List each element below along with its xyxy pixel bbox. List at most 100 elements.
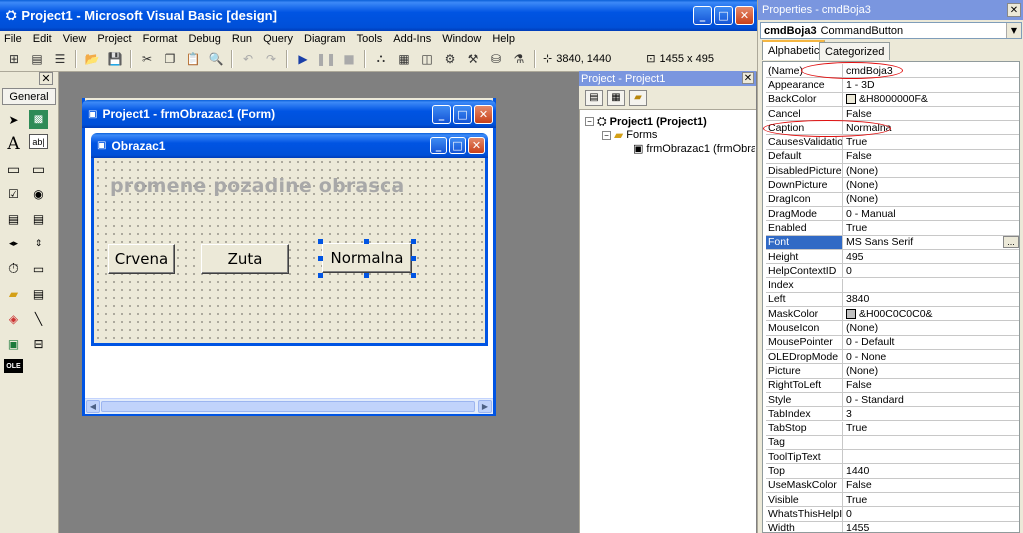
object-selector-dropdown[interactable]: cmdBoja3 CommandButton ▼: [760, 22, 1022, 39]
property-value[interactable]: (None): [843, 364, 1019, 377]
property-value[interactable]: 0 - Standard: [843, 393, 1019, 406]
property-row[interactable]: Height 495: [766, 249, 1019, 265]
property-value[interactable]: 0 - Default: [843, 336, 1019, 349]
resize-handle[interactable]: [364, 273, 369, 278]
property-row[interactable]: Caption Normalna: [766, 121, 1019, 136]
property-row[interactable]: Enabled True: [766, 221, 1019, 236]
toggle-folders-icon[interactable]: ▰: [629, 89, 647, 106]
property-value[interactable]: [843, 436, 1019, 449]
property-value[interactable]: False: [843, 107, 1019, 120]
maximize-button[interactable]: □: [714, 6, 733, 25]
property-value[interactable]: 1 - 3D: [843, 78, 1019, 91]
property-row[interactable]: Cancel False: [766, 106, 1019, 122]
caption-label[interactable]: promene pozadine obrasca: [110, 175, 404, 197]
menu-view[interactable]: View: [63, 33, 87, 45]
property-row[interactable]: DownPicture (None): [766, 178, 1019, 193]
tab-alphabetic[interactable]: Alphabetic: [762, 40, 826, 60]
property-row[interactable]: DisabledPicture (None): [766, 164, 1019, 179]
view-code-icon[interactable]: ▤: [585, 89, 603, 106]
scroll-left-icon[interactable]: ◀: [86, 400, 100, 413]
chevron-down-icon[interactable]: ▼: [1006, 23, 1021, 38]
form-layout-icon[interactable]: ◫: [419, 51, 435, 67]
obrazac-minimize-button[interactable]: _: [430, 137, 447, 154]
property-value[interactable]: Normalna: [843, 121, 1019, 134]
property-row[interactable]: WhatsThisHelpID 0: [766, 507, 1019, 522]
property-row[interactable]: Appearance 1 - 3D: [766, 78, 1019, 93]
resize-handle[interactable]: [411, 239, 416, 244]
property-row[interactable]: ToolTipText: [766, 450, 1019, 465]
crvena-button[interactable]: Crvena: [108, 244, 175, 274]
menu-window[interactable]: Window: [442, 33, 481, 45]
menu-tools[interactable]: Tools: [357, 33, 383, 45]
property-row[interactable]: DragMode 0 - Manual: [766, 207, 1019, 222]
property-value[interactable]: True: [843, 493, 1019, 506]
object-browser-icon[interactable]: ⚙: [442, 51, 458, 67]
property-row[interactable]: UseMaskColor False: [766, 478, 1019, 493]
redo-icon[interactable]: ↷: [263, 51, 279, 67]
property-value[interactable]: False: [843, 150, 1019, 163]
break-icon[interactable]: ❚❚: [316, 51, 336, 67]
ole-tool-icon[interactable]: OLE: [4, 359, 23, 373]
tree-form-item[interactable]: ▣ frmObrazac1 (frmObrazac1): [633, 142, 755, 155]
resize-handle[interactable]: [411, 273, 416, 278]
zuta-button[interactable]: Zuta: [201, 244, 289, 274]
add-project-icon[interactable]: ⊞: [6, 51, 22, 67]
data-tool-icon[interactable]: ⊟: [29, 334, 48, 353]
property-value[interactable]: False: [843, 379, 1019, 392]
property-value[interactable]: (None): [843, 178, 1019, 191]
end-icon[interactable]: ■: [341, 51, 357, 67]
listbox-tool-icon[interactable]: ▤: [29, 209, 48, 228]
property-value[interactable]: (None): [843, 164, 1019, 177]
property-value[interactable]: &H00C0C0C0&: [843, 307, 1019, 320]
find-icon[interactable]: 🔍: [208, 51, 224, 67]
property-row[interactable]: CausesValidation True: [766, 135, 1019, 150]
property-row[interactable]: MousePointer 0 - Default: [766, 335, 1019, 350]
property-row[interactable]: Width 1455: [766, 521, 1019, 532]
property-row[interactable]: RightToLeft False: [766, 378, 1019, 393]
form-maximize-button[interactable]: □: [453, 104, 472, 124]
property-value[interactable]: 0 - Manual: [843, 207, 1019, 220]
toolbox-close-button[interactable]: ✕: [39, 72, 53, 85]
property-row[interactable]: HelpContextID 0: [766, 264, 1019, 279]
form-horizontal-scrollbar[interactable]: ◀ ▶: [85, 398, 493, 414]
property-value[interactable]: 0: [843, 507, 1019, 520]
property-value[interactable]: (None): [843, 321, 1019, 334]
property-row[interactable]: Default False: [766, 149, 1019, 165]
picturebox-tool-icon[interactable]: ▩: [29, 110, 48, 129]
property-row[interactable]: BackColor &H8000000F&: [766, 92, 1019, 107]
property-value[interactable]: False: [843, 479, 1019, 492]
menu-edit[interactable]: Edit: [33, 33, 52, 45]
tab-categorized[interactable]: Categorized: [819, 42, 891, 60]
toolbox-icon[interactable]: ⚒: [465, 51, 481, 67]
line-tool-icon[interactable]: ╲: [29, 309, 48, 328]
normalna-button[interactable]: Normalna: [322, 243, 412, 273]
property-row[interactable]: Top 1440: [766, 464, 1019, 479]
optionbutton-tool-icon[interactable]: ◉: [29, 184, 48, 203]
dirlistbox-tool-icon[interactable]: ▰: [4, 284, 23, 303]
property-value[interactable]: 495: [843, 250, 1019, 263]
menu-query[interactable]: Query: [263, 33, 293, 45]
menu-diagram[interactable]: Diagram: [304, 33, 346, 45]
property-value[interactable]: 1440: [843, 464, 1019, 477]
menu-help[interactable]: Help: [492, 33, 515, 45]
property-row[interactable]: TabStop True: [766, 421, 1019, 436]
menu-format[interactable]: Format: [143, 33, 178, 45]
property-value[interactable]: [843, 279, 1019, 292]
copy-icon[interactable]: ❐: [162, 51, 178, 67]
property-value[interactable]: MS Sans Serif...: [843, 236, 1019, 249]
menu-project[interactable]: Project: [97, 33, 131, 45]
project-explorer-icon[interactable]: ⛬: [373, 51, 389, 67]
property-value[interactable]: cmdBoja3: [843, 64, 1019, 77]
ellipsis-button[interactable]: ...: [1003, 236, 1019, 249]
open-project-icon[interactable]: 📂: [84, 51, 100, 67]
property-value[interactable]: True: [843, 221, 1019, 234]
property-row[interactable]: MouseIcon (None): [766, 321, 1019, 336]
property-value[interactable]: 0 - None: [843, 350, 1019, 363]
property-row[interactable]: TabIndex 3: [766, 407, 1019, 422]
property-row[interactable]: Left 3840: [766, 292, 1019, 308]
collapse-icon[interactable]: −: [602, 130, 611, 140]
frame-tool-icon[interactable]: ▭: [4, 160, 23, 179]
tree-forms-folder[interactable]: − ▰ Forms: [602, 128, 657, 142]
obrazac-form-titlebar[interactable]: ▣ Obrazac1 _ □ ✕: [91, 133, 488, 158]
cut-icon[interactable]: ✂: [139, 51, 155, 67]
